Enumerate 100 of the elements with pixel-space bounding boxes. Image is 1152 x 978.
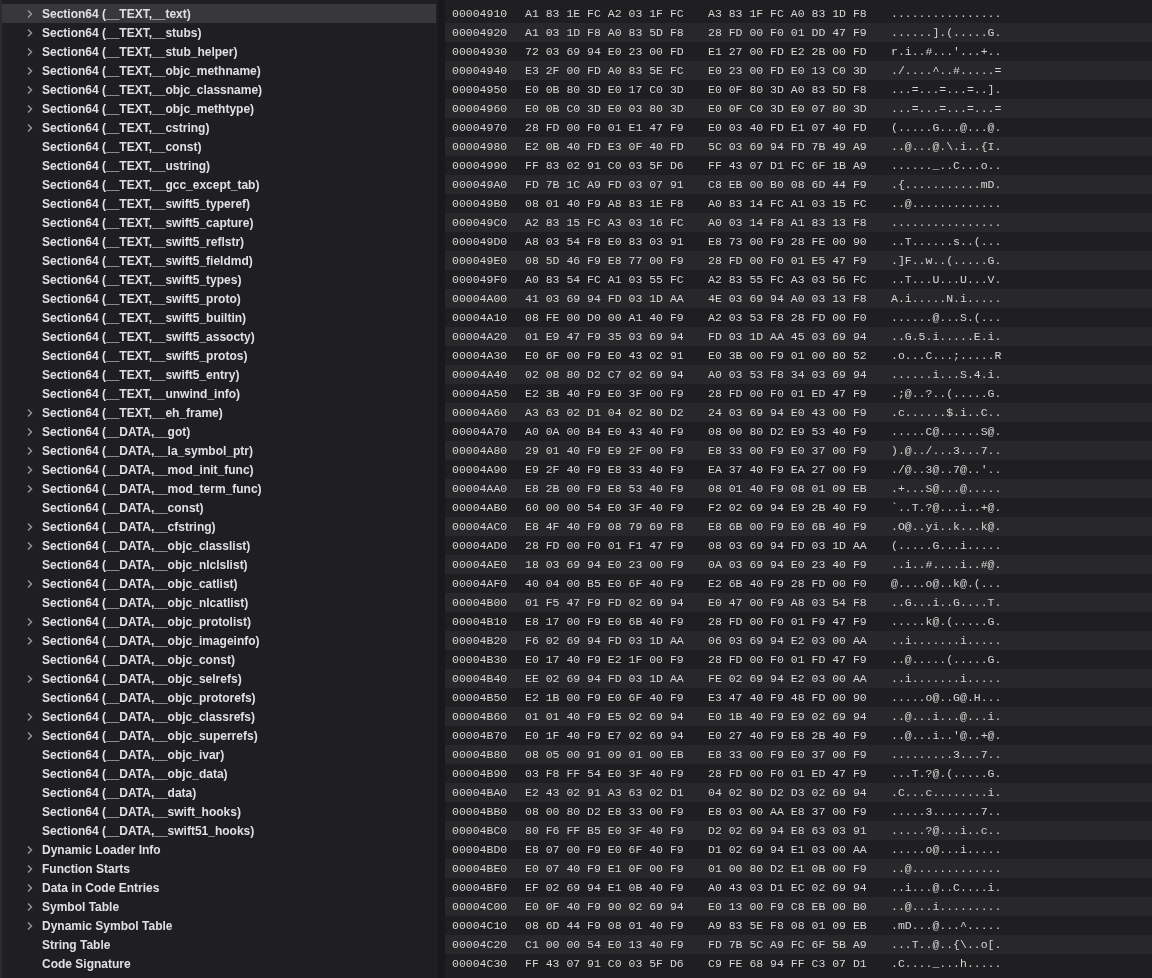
outline-row[interactable]: Section64 (__TEXT,__const) (2, 137, 436, 156)
chevron-icon[interactable] (26, 730, 34, 741)
outline-row[interactable]: Section64 (__TEXT,__objc_methtype) (2, 99, 436, 118)
hex-bytes: 29 01 40 F9 E9 2F 00 F9 (525, 442, 685, 459)
hex-bytes: 06 03 69 94 E2 03 00 AA (708, 632, 868, 649)
ascii-cell-text: ......@...S.(... (891, 309, 1002, 326)
address-cell-text: 00004930 (452, 43, 509, 60)
outline-row[interactable]: Section64 (__TEXT,__gcc_except_tab) (2, 175, 436, 194)
outline-row[interactable]: Section64 (__TEXT,__ustring) (2, 156, 436, 175)
outline-row[interactable]: Section64 (__TEXT,__stub_helper) (2, 42, 436, 61)
outline-label: Section64 (__DATA,__la_symbol_ptr) (42, 442, 253, 460)
outline-row[interactable]: Section64 (__DATA,__cfstring) (2, 517, 436, 536)
outline-row[interactable]: Section64 (__DATA,__got) (2, 422, 436, 441)
outline-row[interactable]: Section64 (__DATA,__objc_imageinfo) (2, 631, 436, 650)
hex-bytes: E2 6B 40 F9 28 FD 00 F0 (708, 575, 868, 592)
chevron-icon[interactable] (26, 483, 34, 494)
outline-row[interactable]: Section64 (__TEXT,__text) (2, 4, 436, 23)
outline-row[interactable]: Section64 (__TEXT,__swift5_protos) (2, 346, 436, 365)
ascii-cell-text: .........3...7.. (891, 746, 1002, 763)
chevron-icon[interactable] (26, 673, 34, 684)
outline-row[interactable]: Section64 (__DATA,__mod_init_func) (2, 460, 436, 479)
ascii-cell-text: (.....G...@...@. (891, 119, 1002, 136)
outline-row[interactable]: Section64 (__DATA,__mod_term_func) (2, 479, 436, 498)
outline-row[interactable]: Section64 (__DATA,__swift_hooks) (2, 802, 436, 821)
outline-row[interactable]: Section64 (__DATA,__objc_nlcatlist) (2, 593, 436, 612)
outline-row[interactable]: Section64 (__TEXT,__cstring) (2, 118, 436, 137)
chevron-icon[interactable] (26, 84, 34, 95)
outline-row[interactable]: Section64 (__DATA,__swift51_hooks) (2, 821, 436, 840)
chevron-icon[interactable] (26, 920, 34, 931)
chevron-icon[interactable] (26, 578, 34, 589)
chevron-icon[interactable] (26, 635, 34, 646)
outline-row[interactable]: Section64 (__DATA,__objc_nlclslist) (2, 555, 436, 574)
hex-bytes: 08 FE 00 D0 00 A1 40 F9 (525, 309, 685, 326)
address-cell-text: 00004C20 (452, 936, 509, 953)
hex-bytes: 08 05 00 91 09 01 00 EB (525, 746, 685, 763)
outline-label: Section64 (__DATA,__objc_protolist) (42, 613, 251, 631)
ascii-cell-text: .....?@...i..c.. (891, 822, 1002, 839)
outline-row[interactable]: Section64 (__DATA,__objc_const) (2, 650, 436, 669)
hex-bytes: 28 FD 00 F0 01 F1 47 F9 (525, 537, 685, 554)
outline-row[interactable]: Section64 (__TEXT,__unwind_info) (2, 384, 436, 403)
outline-row[interactable]: Section64 (__TEXT,__swift5_proto) (2, 289, 436, 308)
chevron-icon[interactable] (26, 863, 34, 874)
chevron-icon[interactable] (26, 844, 34, 855)
outline-row[interactable]: Section64 (__TEXT,__stubs) (2, 23, 436, 42)
ascii-cell-text: ..T......s..(... (891, 233, 1002, 250)
ascii-cell-text: ).@../...3...7.. (891, 442, 1002, 459)
chevron-icon[interactable] (26, 540, 34, 551)
outline-row[interactable]: Section64 (__TEXT,__swift5_reflstr) (2, 232, 436, 251)
outline-row[interactable]: Section64 (__DATA,__la_symbol_ptr) (2, 441, 436, 460)
outline-row[interactable]: Section64 (__TEXT,__eh_frame) (2, 403, 436, 422)
outline-row[interactable]: Section64 (__DATA,__objc_selrefs) (2, 669, 436, 688)
outline-row[interactable]: Section64 (__TEXT,__swift5_capture) (2, 213, 436, 232)
outline-row[interactable]: Section64 (__TEXT,__swift5_fieldmd) (2, 251, 436, 270)
outline-row[interactable]: Section64 (__DATA,__objc_classlist) (2, 536, 436, 555)
outline-row[interactable]: Section64 (__DATA,__const) (2, 498, 436, 517)
chevron-icon[interactable] (26, 8, 34, 19)
outline-row[interactable]: Section64 (__TEXT,__swift5_typeref) (2, 194, 436, 213)
outline-row[interactable]: Section64 (__DATA,__objc_classrefs) (2, 707, 436, 726)
chevron-icon[interactable] (26, 521, 34, 532)
outline-row[interactable]: Code Signature (2, 954, 436, 973)
outline-row[interactable]: Section64 (__DATA,__objc_protorefs) (2, 688, 436, 707)
outline-row[interactable]: Section64 (__TEXT,__objc_classname) (2, 80, 436, 99)
chevron-icon[interactable] (26, 426, 34, 437)
outline-row[interactable]: Section64 (__TEXT,__swift5_entry) (2, 365, 436, 384)
outline-label: Section64 (__DATA,__cfstring) (42, 518, 216, 536)
chevron-icon[interactable] (26, 27, 34, 38)
outline-row[interactable]: Section64 (__DATA,__objc_data) (2, 764, 436, 783)
chevron-icon[interactable] (26, 711, 34, 722)
chevron-icon[interactable] (26, 407, 34, 418)
chevron-icon[interactable] (26, 46, 34, 57)
hex-bytes: EA 37 40 F9 EA 27 00 F9 (708, 461, 868, 478)
outline-row[interactable]: Section64 (__DATA,__data) (2, 783, 436, 802)
outline-row[interactable]: Dynamic Loader Info (2, 840, 436, 859)
outline-row[interactable]: Section64 (__DATA,__objc_catlist) (2, 574, 436, 593)
outline-row[interactable]: Section64 (__DATA,__objc_ivar) (2, 745, 436, 764)
chevron-icon[interactable] (26, 445, 34, 456)
address-cell-text: 00004950 (452, 81, 509, 98)
outline-row[interactable]: String Table (2, 935, 436, 954)
chevron-icon[interactable] (26, 103, 34, 114)
address-cell-text: 00004AF0 (452, 575, 509, 592)
outline-row[interactable]: Data in Code Entries (2, 878, 436, 897)
outline-row[interactable]: Dynamic Symbol Table (2, 916, 436, 935)
outline-row[interactable]: Section64 (__TEXT,__objc_methname) (2, 61, 436, 80)
outline-row[interactable]: Section64 (__DATA,__objc_superrefs) (2, 726, 436, 745)
outline-row[interactable]: Section64 (__TEXT,__swift5_assocty) (2, 327, 436, 346)
outline-row[interactable]: Function Starts (2, 859, 436, 878)
address-cell-text: 00004C10 (452, 917, 509, 934)
chevron-icon[interactable] (26, 882, 34, 893)
chevron-icon[interactable] (26, 901, 34, 912)
outline-label: Dynamic Loader Info (42, 841, 161, 859)
chevron-icon[interactable] (26, 65, 34, 76)
outline-row[interactable]: Symbol Table (2, 897, 436, 916)
chevron-icon[interactable] (26, 122, 34, 133)
outline-row[interactable]: Section64 (__TEXT,__swift5_types) (2, 270, 436, 289)
hex-bytes: FD 03 1D AA 45 03 69 94 (708, 328, 868, 345)
outline-row[interactable]: Section64 (__TEXT,__swift5_builtin) (2, 308, 436, 327)
chevron-icon[interactable] (26, 464, 34, 475)
address-cell-text: 00004BD0 (452, 841, 509, 858)
outline-row[interactable]: Section64 (__DATA,__objc_protolist) (2, 612, 436, 631)
chevron-icon[interactable] (26, 616, 34, 627)
